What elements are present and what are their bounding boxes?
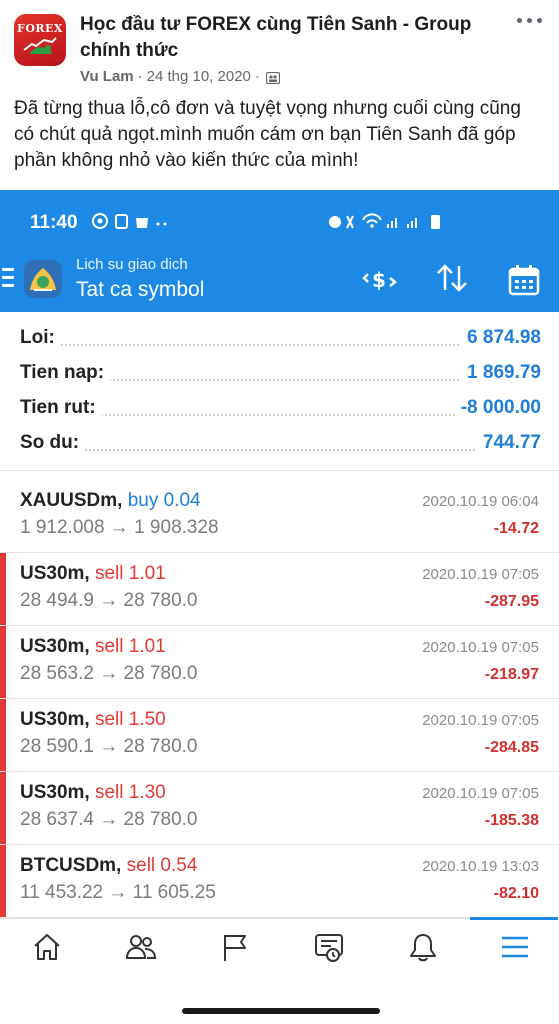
author-name[interactable]: Vu Lam	[80, 68, 134, 85]
app-logo-icon	[24, 260, 62, 298]
trade-profit: -284.85	[484, 739, 539, 756]
people-icon	[125, 935, 157, 959]
trade-row[interactable]: US30m, sell 1.01 28 563.2 → 28 780.0 202…	[0, 626, 559, 699]
app-subtitle: Lich su giao dich	[76, 256, 188, 273]
feed-icon	[315, 934, 343, 962]
trade-profit: -82.10	[493, 885, 539, 902]
trade-prices: 1 912.008 → 1 908.328	[20, 517, 219, 538]
group-title[interactable]: Học đầu tư FOREX cùng Tiên Sanh - Group …	[80, 12, 500, 64]
trade-side: sell 1.01	[94, 636, 166, 657]
trade-row[interactable]: US30m, sell 1.50 28 590.1 → 28 780.0 202…	[0, 699, 559, 772]
summary-row-profit: Loi: 6 874.98	[0, 322, 559, 357]
trade-prices: 28 637.4 → 28 780.0	[20, 809, 198, 830]
nav-notifications[interactable]	[392, 919, 452, 975]
post-date[interactable]: 24 thg 10, 2020	[147, 68, 251, 85]
trade-symbol: US30m,	[20, 782, 90, 803]
summary-divider	[0, 470, 559, 471]
calendar-icon[interactable]	[506, 262, 542, 298]
summary-row-balance: So du: 744.77	[0, 427, 559, 462]
group-avatar[interactable]: FOREX	[14, 14, 66, 66]
summary-row-withdrawal: Tien rut: -8 000.00	[0, 392, 559, 427]
svg-text:$: $	[372, 268, 386, 292]
nav-home[interactable]	[16, 919, 76, 975]
summary-label: Tien rut:	[20, 397, 102, 419]
trade-profit: -185.38	[484, 812, 539, 829]
account-summary: Loi: 6 874.98 Tien nap: 1 869.79 Tien ru…	[0, 322, 559, 462]
trade-side: buy 0.04	[127, 490, 201, 511]
trade-row[interactable]: US30m, sell 1.01 28 494.9 → 28 780.0 202…	[0, 553, 559, 626]
more-options-icon[interactable]	[513, 12, 547, 32]
trade-prices: 28 494.9 → 28 780.0	[20, 590, 198, 611]
post-header: FOREX Học đầu tư FOREX cùng Tiên Sanh - …	[14, 8, 549, 86]
notification-icons	[92, 212, 172, 234]
trade-symbol: BTCUSDm,	[20, 855, 122, 876]
trade-date: 2020.10.19 07:05	[422, 566, 539, 583]
summary-value: -8 000.00	[454, 397, 541, 419]
meta-separator: ·	[137, 68, 143, 85]
trade-prices: 11 453.22 → 11 605.25	[20, 882, 216, 903]
trade-symbol: US30m,	[20, 563, 90, 584]
trade-history-screenshot[interactable]: 11:40 Lich su giao dich Tat ca symbol $ …	[0, 190, 559, 1024]
trade-prices: 28 590.1 → 28 780.0	[20, 736, 198, 757]
trade-profit: -287.95	[484, 593, 539, 610]
summary-value: 744.77	[476, 432, 541, 454]
group-privacy-icon	[265, 71, 280, 84]
trade-row[interactable]: US30m, sell 1.30 28 637.4 → 28 780.0 202…	[0, 772, 559, 845]
trade-symbol: US30m,	[20, 709, 90, 730]
system-status-icons	[327, 212, 451, 233]
nav-menu[interactable]	[470, 917, 558, 975]
bell-icon	[410, 934, 436, 962]
status-bar: 11:40	[0, 190, 559, 248]
trade-side: sell 1.30	[94, 782, 166, 803]
trade-date: 2020.10.19 13:03	[422, 858, 539, 875]
trade-symbol: XAUUSDm,	[20, 490, 123, 511]
trade-side: sell 0.54	[126, 855, 198, 876]
trade-date: 2020.10.19 06:04	[422, 493, 539, 510]
home-icon	[34, 934, 60, 960]
trade-profit: -14.72	[493, 520, 539, 537]
flag-icon	[224, 935, 246, 961]
menu-icon	[502, 936, 528, 958]
trade-row[interactable]: BTCUSDm, sell 0.54 11 453.22 → 11 605.25…	[0, 845, 559, 918]
app-bar: Lich su giao dich Tat ca symbol $	[0, 248, 559, 312]
bull-icon	[23, 37, 57, 54]
sort-icon[interactable]	[434, 262, 470, 298]
dotted-leader	[20, 449, 539, 451]
summary-label: Loi:	[20, 327, 61, 349]
trade-side: sell 1.50	[94, 709, 166, 730]
meta-separator-2: ·	[254, 68, 260, 85]
currency-filter-icon[interactable]: $	[362, 266, 398, 302]
active-tab-indicator	[470, 917, 558, 920]
app-title[interactable]: Tat ca symbol	[76, 278, 204, 302]
trade-side: sell 1.01	[94, 563, 166, 584]
summary-value: 1 869.79	[461, 362, 541, 384]
summary-label: So du:	[20, 432, 86, 454]
trade-date: 2020.10.19 07:05	[422, 712, 539, 729]
trade-prices: 28 563.2 → 28 780.0	[20, 663, 198, 684]
hamburger-icon[interactable]	[2, 268, 14, 290]
summary-label: Tien nap:	[20, 362, 111, 384]
trade-date: 2020.10.19 07:05	[422, 785, 539, 802]
trade-symbol: US30m,	[20, 636, 90, 657]
home-indicator	[182, 1008, 380, 1014]
trade-row[interactable]: XAUUSDm, buy 0.04 1 912.008 → 1 908.328 …	[0, 480, 559, 553]
trade-date: 2020.10.19 07:05	[422, 639, 539, 656]
status-time: 11:40	[30, 212, 78, 233]
trade-profit: -218.97	[484, 666, 539, 683]
summary-value: 6 874.98	[461, 327, 541, 349]
post-body: Đã từng thua lỗ,cô đơn và tuyệt vọng như…	[14, 98, 521, 171]
bottom-navigation	[0, 917, 559, 975]
post-meta: Vu Lam · 24 thg 10, 2020 ·	[80, 68, 280, 85]
nav-friends[interactable]	[110, 919, 170, 975]
nav-pages[interactable]	[204, 919, 264, 975]
summary-row-deposit: Tien nap: 1 869.79	[0, 357, 559, 392]
trade-list: XAUUSDm, buy 0.04 1 912.008 → 1 908.328 …	[0, 480, 559, 918]
nav-memories[interactable]	[298, 919, 358, 975]
